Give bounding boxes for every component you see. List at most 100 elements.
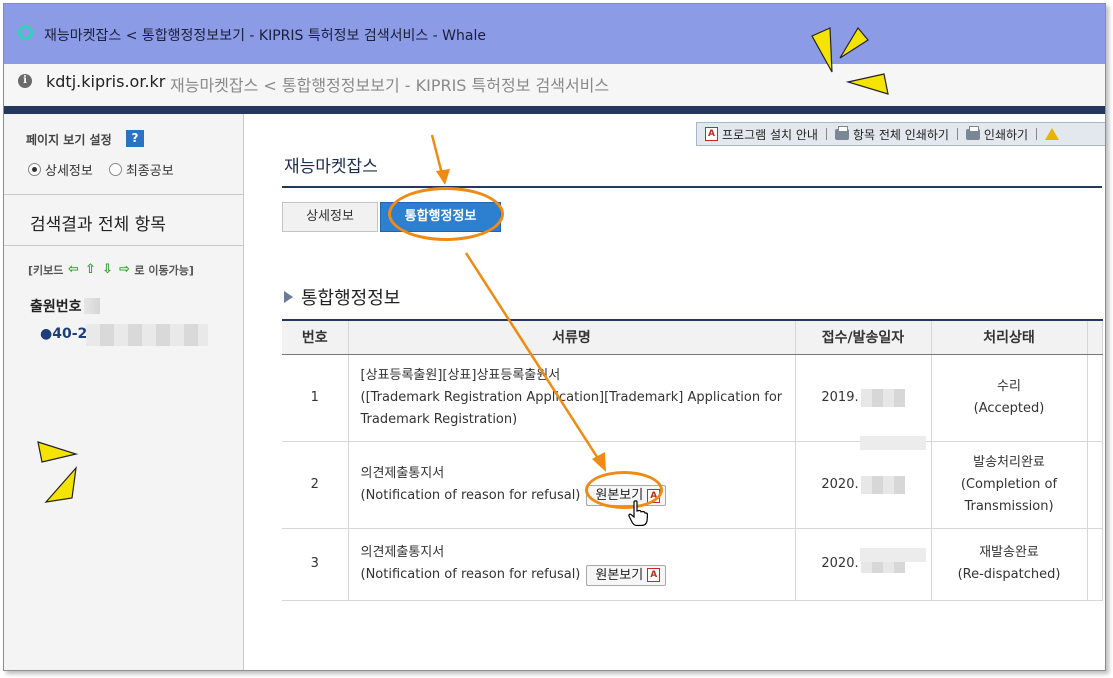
pdf-icon: A xyxy=(647,568,661,582)
print-label: 인쇄하기 xyxy=(983,127,1029,142)
row-number: 2 xyxy=(282,441,349,529)
blurred-text xyxy=(860,388,905,407)
document-name-ko: 의견제출통지서 xyxy=(360,545,445,560)
arrow-down-icon: ⇩ xyxy=(101,262,113,277)
all-items-title: 검색결과 전체 항목 xyxy=(30,215,166,235)
printer-icon xyxy=(965,125,980,140)
document-name-en: ([Trademark Registration Application][Tr… xyxy=(360,389,783,427)
annotation-arrowhead xyxy=(436,169,450,185)
arrow-left-icon: ⇦ xyxy=(67,262,79,277)
row-status: 발송처리완료 (Completion of Transmission) xyxy=(931,441,1088,529)
date-text: 2020. xyxy=(821,476,859,492)
row-status: 재발송완료 (Re-dispatched) xyxy=(931,528,1088,601)
printer-icon xyxy=(834,125,849,140)
row-status: 수리 (Accepted) xyxy=(931,354,1088,442)
sidebar-divider xyxy=(4,194,244,195)
table-row: 3 의견제출통지서 (Notification of reason for re… xyxy=(282,528,1103,601)
date-text: 2020. xyxy=(821,556,859,571)
status-ko: 재발송완료 xyxy=(979,545,1039,560)
page-toolbar: A 프로그램 설치 안내 항목 전체 인쇄하기 인쇄하기 xyxy=(696,122,1105,146)
row-number: 1 xyxy=(282,354,349,442)
table-row: 2 의견제출통지서 (Notification of reason for re… xyxy=(282,441,1103,529)
view-original-button[interactable]: 원본보기 A xyxy=(586,485,667,506)
application-number-link[interactable]: ●40-2 xyxy=(40,326,87,342)
arrow-right-icon: ⇨ xyxy=(118,262,130,277)
sidebar: 페이지 보기 설정 ? 상세정보 최종공보 검색결과 전체 항목 [키보드 ⇦ … xyxy=(4,114,244,670)
col-header-no: 번호 xyxy=(282,319,349,355)
status-en: (Re-dispatched) xyxy=(957,567,1061,582)
arrow-up-icon: ⇧ xyxy=(84,262,96,277)
header-band xyxy=(4,106,1105,114)
row-number: 3 xyxy=(282,528,349,601)
print-all-label: 항목 전체 인쇄하기 xyxy=(852,127,949,142)
help-icon[interactable]: ? xyxy=(126,130,144,147)
tab-integrated-info[interactable]: 통합행정정보 xyxy=(380,202,501,232)
col-header-document: 서류명 xyxy=(348,319,796,355)
extra-cell xyxy=(1087,354,1103,442)
row-date: 2019. xyxy=(795,354,932,442)
section-title-text: 통합행정정보 xyxy=(301,288,401,309)
view-original-button[interactable]: 원본보기 A xyxy=(586,564,667,586)
status-ko: 수리 xyxy=(997,378,1021,394)
browser-window: 재능마켓잡스 < 통합행정정보보기 - KIPRIS 특허정보 검색서비스 - … xyxy=(3,3,1106,671)
date-text: 2019. xyxy=(821,389,859,405)
status-en: (Accepted) xyxy=(973,400,1045,416)
keyboard-hint: [키보드 ⇦ ⇧ ⇩ ⇨ 로 이동가능] xyxy=(28,262,194,278)
pdf-icon: A xyxy=(647,488,661,503)
blurred-text xyxy=(860,436,926,450)
section-bullet-icon xyxy=(284,291,293,303)
col-header-date: 접수/발송일자 xyxy=(795,319,932,355)
view-mode-radios: 상세정보 최종공보 xyxy=(28,160,174,179)
url-text[interactable]: kdtj.kipris.or.kr xyxy=(46,72,165,91)
window-title: 재능마켓잡스 < 통합행정정보보기 - KIPRIS 특허정보 검색서비스 - … xyxy=(44,28,486,44)
radio-final-label[interactable]: 최종공보 xyxy=(126,160,174,179)
view-setting-title: 페이지 보기 설정 xyxy=(26,133,112,147)
admin-info-table: 번호 서류명 접수/발송일자 처리상태 1 [상표등록출원][상표]상표등록출원… xyxy=(282,319,1103,601)
address-bar[interactable]: i kdtj.kipris.or.kr 재능마켓잡스 < 통합행정정보보기 - … xyxy=(4,64,1105,106)
content-title: 재능마켓잡스 xyxy=(284,157,378,177)
pdf-icon: A xyxy=(705,127,718,141)
row-date: 2020. xyxy=(795,528,932,601)
blurred-text xyxy=(860,475,905,494)
keyboard-hint-prefix: [키보드 xyxy=(28,264,64,277)
tab-detail[interactable]: 상세정보 xyxy=(282,202,378,232)
document-name: [상표등록출원][상표]상표등록출원서 ([Trademark Registra… xyxy=(348,354,796,442)
install-guide-button[interactable]: A 프로그램 설치 안내 xyxy=(697,126,826,143)
section-title: 통합행정정보 xyxy=(284,284,400,310)
status-en: (Completion of Transmission) xyxy=(960,476,1058,514)
address-page-title: 재능마켓잡스 < 통합행정정보보기 - KIPRIS 특허정보 검색서비스 xyxy=(170,76,610,95)
view-original-label: 원본보기 xyxy=(595,567,644,583)
document-name-en: (Notification of reason for refusal) xyxy=(360,567,581,582)
row-date: 2020. xyxy=(795,441,932,529)
print-button[interactable]: 인쇄하기 xyxy=(958,125,1036,143)
warning-icon xyxy=(1045,128,1060,140)
hand-cursor-icon xyxy=(628,500,648,526)
document-name: 의견제출통지서 (Notification of reason for refu… xyxy=(348,528,796,601)
col-header-extra xyxy=(1087,319,1103,355)
radio-final[interactable] xyxy=(108,163,122,176)
blurred-text xyxy=(86,324,208,346)
content-title-rule xyxy=(282,186,1102,188)
sidebar-divider xyxy=(4,245,244,246)
extra-cell xyxy=(1087,528,1103,601)
radio-detail[interactable] xyxy=(28,163,41,176)
install-guide-label: 프로그램 설치 안내 xyxy=(722,127,818,142)
document-name-ko: [상표등록출원][상표]상표등록출원서 xyxy=(360,367,561,383)
table-header-row: 번호 서류명 접수/발송일자 처리상태 xyxy=(282,319,1103,355)
extra-cell xyxy=(1087,441,1103,529)
document-name-en: (Notification of reason for refusal) xyxy=(360,487,581,503)
application-number-label: 출원번호 xyxy=(30,299,82,315)
blurred-text xyxy=(84,298,100,314)
blurred-text xyxy=(860,548,926,562)
print-all-button[interactable]: 항목 전체 인쇄하기 xyxy=(827,125,957,143)
col-header-status: 처리상태 xyxy=(931,319,1088,355)
window-titlebar: 재능마켓잡스 < 통합행정정보보기 - KIPRIS 특허정보 검색서비스 - … xyxy=(4,4,1105,64)
radio-detail-label[interactable]: 상세정보 xyxy=(45,160,93,179)
whale-browser-icon xyxy=(18,25,33,40)
warning-button[interactable] xyxy=(1037,128,1067,140)
document-name-ko: 의견제출통지서 xyxy=(360,465,445,481)
keyboard-hint-suffix: 로 이동가능] xyxy=(134,264,194,277)
table-row: 1 [상표등록출원][상표]상표등록출원서 ([Trademark Regist… xyxy=(282,354,1103,442)
info-icon[interactable]: i xyxy=(18,74,32,88)
annotation-arrow-line xyxy=(430,134,444,175)
